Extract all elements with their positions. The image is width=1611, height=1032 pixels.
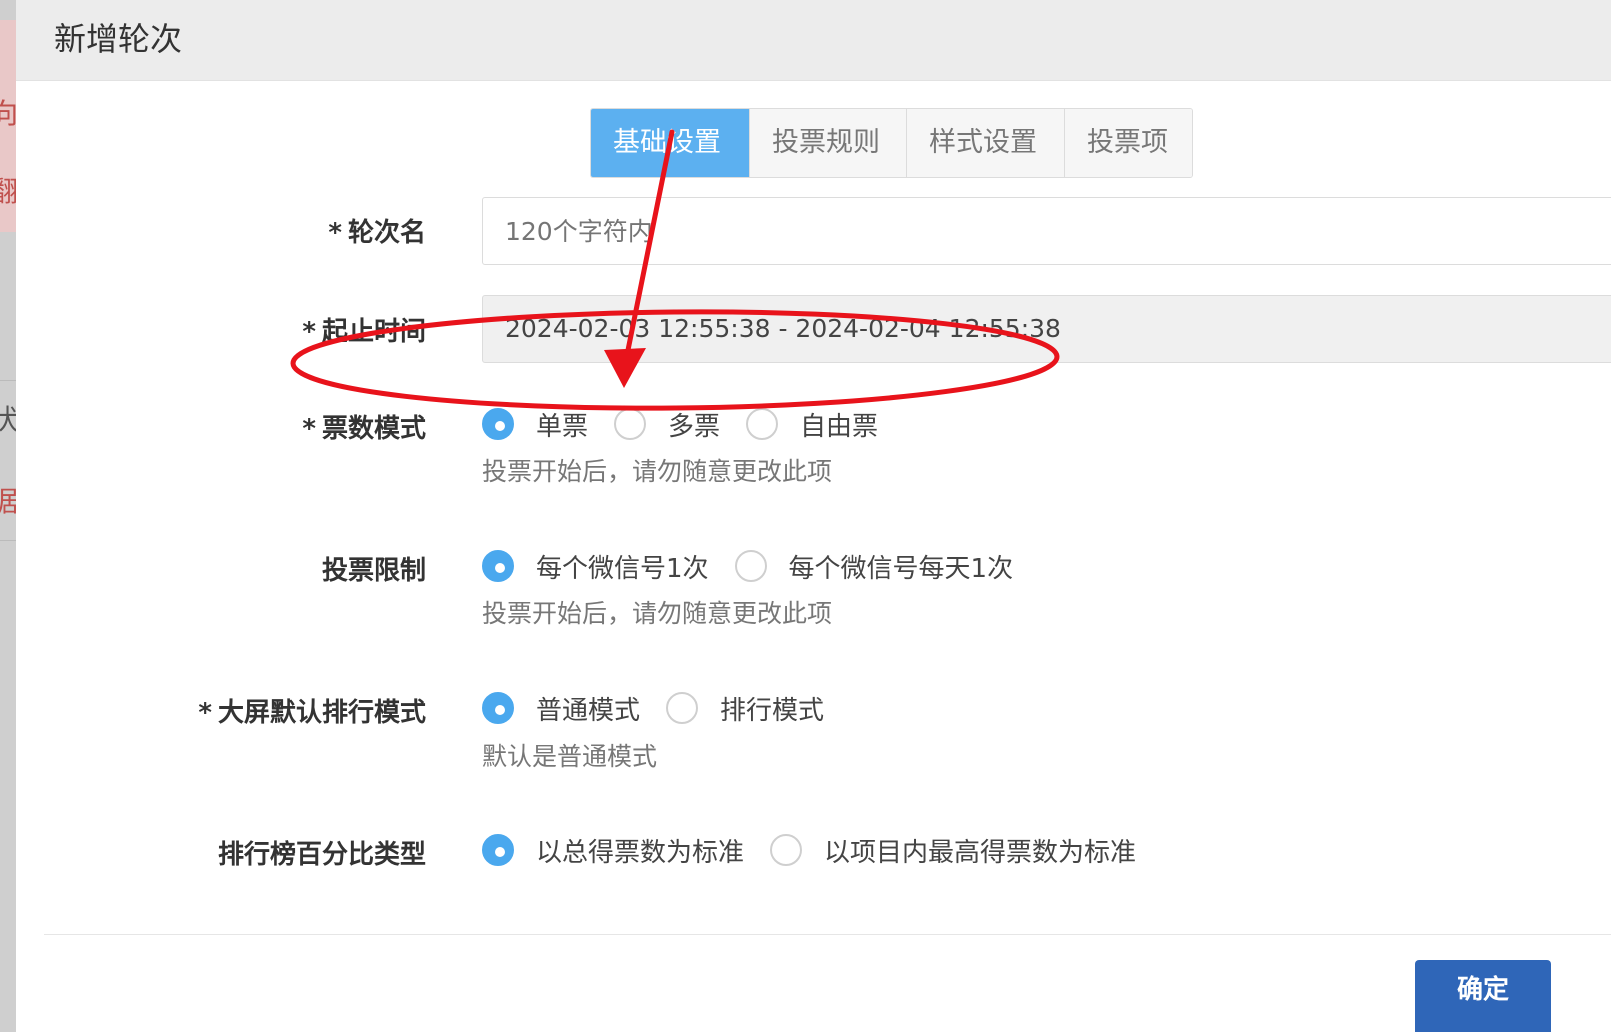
confirm-button[interactable]: 确定 xyxy=(1415,960,1551,1032)
radio-free-vote[interactable] xyxy=(746,408,779,440)
round-name-input[interactable] xyxy=(482,197,1611,265)
background-fragment: 翻 xyxy=(0,175,16,208)
vote-mode-radio-group: 单票 多票 自由票 xyxy=(482,404,904,444)
vote-limit-radio-group: 每个微信号1次 每个微信号每天1次 xyxy=(482,546,1039,586)
tab-vote-rules[interactable]: 投票规则 xyxy=(749,109,906,177)
modal-header: 新增轮次 xyxy=(16,0,1611,81)
screen-rank-mode-hint: 默认是普通模式 xyxy=(482,742,658,771)
screen-rank-mode-label: * 大屏默认排行模式 xyxy=(198,692,426,729)
required-mark: * xyxy=(328,218,342,248)
vote-limit-label-text: 投票限制 xyxy=(321,556,426,586)
time-range-input[interactable]: 2024-02-03 12:55:38 - 2024-02-04 12:55:3… xyxy=(482,295,1611,363)
tab-basic-settings[interactable]: 基础设置 xyxy=(591,109,749,177)
vote-mode-label-text: 票数模式 xyxy=(321,414,426,444)
vote-mode-label: * 票数模式 xyxy=(302,408,426,445)
radio-multi-vote[interactable] xyxy=(614,408,647,440)
tab-bar: 基础设置 投票规则 样式设置 投票项 xyxy=(590,108,1193,178)
time-range-label: * 起止时间 xyxy=(302,311,426,348)
vote-limit-hint: 投票开始后，请勿随意更改此项 xyxy=(482,599,833,628)
modal-title: 新增轮次 xyxy=(54,20,183,58)
radio-label[interactable]: 多票 xyxy=(668,406,720,443)
rank-percent-type-radio-group: 以总得票数为标准 以项目内最高得票数为标准 xyxy=(482,830,1162,870)
screen-rank-mode-radio-group: 普通模式 排行模式 xyxy=(482,688,850,728)
background-fragment: 向 xyxy=(0,97,16,130)
radio-label[interactable]: 单票 xyxy=(536,406,588,443)
background-page-edge: 向 翻 状态 据 xyxy=(0,0,16,1032)
background-fragment: 状态 xyxy=(0,403,16,436)
radio-label[interactable]: 普通模式 xyxy=(536,690,640,727)
required-mark: * xyxy=(302,414,316,444)
tab-style-settings[interactable]: 样式设置 xyxy=(906,109,1064,177)
radio-normal-mode[interactable] xyxy=(482,692,514,724)
radio-single-vote[interactable] xyxy=(482,408,514,440)
radio-total-votes[interactable] xyxy=(482,834,514,866)
round-name-label-text: 轮次名 xyxy=(347,218,426,248)
add-round-modal: 新增轮次 基础设置 投票规则 样式设置 投票项 *轮次名 *起止时间 2024-… xyxy=(16,0,1611,1032)
tab-vote-items[interactable]: 投票项 xyxy=(1064,109,1192,177)
radio-label[interactable]: 排行模式 xyxy=(720,690,824,727)
vote-limit-label: 投票限制 xyxy=(322,550,426,587)
background-rule xyxy=(0,380,16,381)
rank-percent-type-label-text: 排行榜百分比类型 xyxy=(217,840,426,870)
background-rule xyxy=(0,540,16,541)
rank-percent-type-label: 排行榜百分比类型 xyxy=(218,834,426,871)
vote-mode-hint: 投票开始后，请勿随意更改此项 xyxy=(482,457,833,486)
background-fragment: 据 xyxy=(0,485,16,518)
round-name-label: * 轮次名 xyxy=(328,212,426,249)
radio-once-per-wechat[interactable] xyxy=(482,550,514,582)
time-range-label-text: 起止时间 xyxy=(321,317,426,347)
radio-rank-mode[interactable] xyxy=(666,692,699,724)
radio-label[interactable]: 每个微信号每天1次 xyxy=(789,548,1014,585)
radio-max-item-votes[interactable] xyxy=(770,834,803,866)
radio-label[interactable]: 自由票 xyxy=(800,406,878,443)
required-mark: * xyxy=(198,698,212,728)
radio-label[interactable]: 以项目内最高得票数为标准 xyxy=(824,832,1136,869)
radio-label[interactable]: 以总得票数为标准 xyxy=(536,832,744,869)
radio-once-per-day[interactable] xyxy=(734,550,767,582)
footer-divider xyxy=(44,934,1611,935)
required-mark: * xyxy=(302,317,316,347)
screen-rank-mode-label-text: 大屏默认排行模式 xyxy=(217,698,426,728)
radio-label[interactable]: 每个微信号1次 xyxy=(536,548,709,585)
